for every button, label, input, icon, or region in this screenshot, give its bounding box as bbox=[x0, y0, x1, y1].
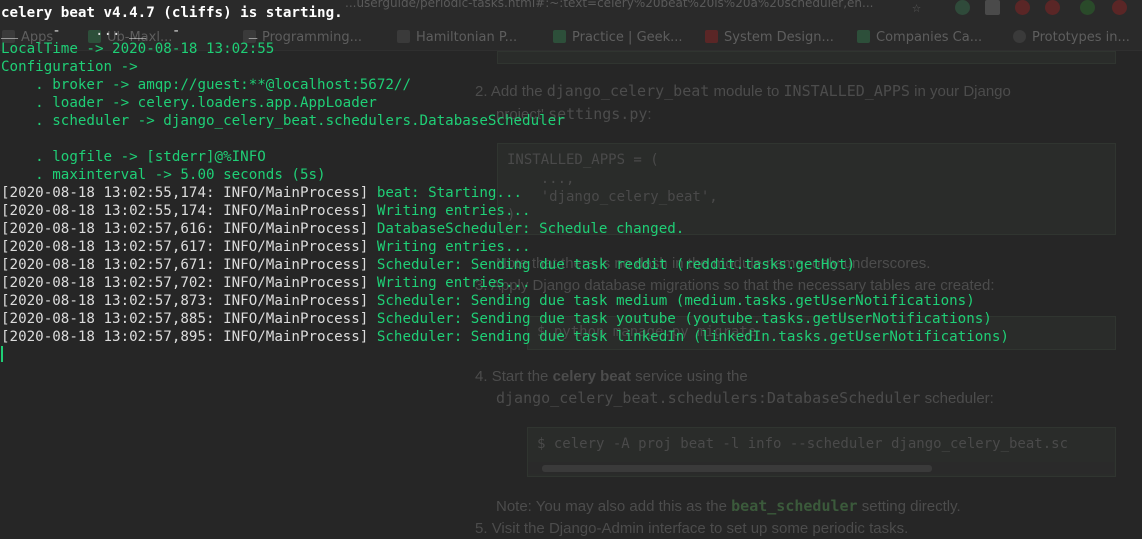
terminal-title-line: celery beat v4.4.7 (cliffs) is starting. bbox=[1, 5, 343, 21]
terminal-log-line: [2020-08-18 13:02:57,873: INFO/MainProce… bbox=[1, 293, 975, 309]
terminal-log-line: [2020-08-18 13:02:55,174: INFO/MainProce… bbox=[1, 185, 523, 201]
terminal-log-line: [2020-08-18 13:02:55,174: INFO/MainProce… bbox=[1, 203, 531, 219]
terminal-log-line: [2020-08-18 13:02:57,702: INFO/MainProce… bbox=[1, 275, 531, 291]
terminal-log-line: [2020-08-18 13:02:57,616: INFO/MainProce… bbox=[1, 221, 685, 237]
terminal-logfile-line: . logfile -> [stderr]@%INFO bbox=[1, 149, 266, 165]
terminal-cursor bbox=[1, 346, 3, 362]
terminal-loader-line: . loader -> celery.loaders.app.AppLoader bbox=[1, 95, 377, 111]
terminal-configuration-line: Configuration -> bbox=[1, 59, 138, 75]
terminal-log-line: [2020-08-18 13:02:57,617: INFO/MainProce… bbox=[1, 239, 531, 255]
terminal-rule-line: __ - ... __ - _ bbox=[1, 23, 258, 39]
terminal-log-line: [2020-08-18 13:02:57,671: INFO/MainProce… bbox=[1, 257, 856, 273]
terminal-scheduler-line: . scheduler -> django_celery_beat.schedu… bbox=[1, 113, 565, 129]
terminal-log-line: [2020-08-18 13:02:57,885: INFO/MainProce… bbox=[1, 311, 992, 327]
terminal-localtime-line: LocalTime -> 2020-08-18 13:02:55 bbox=[1, 41, 275, 57]
terminal-log-line: [2020-08-18 13:02:57,895: INFO/MainProce… bbox=[1, 329, 1009, 345]
terminal-maxinterval-line: . maxinterval -> 5.00 seconds (5s) bbox=[1, 167, 326, 183]
terminal-broker-line: . broker -> amqp://guest:**@localhost:56… bbox=[1, 77, 411, 93]
terminal-window[interactable]: celery beat v4.4.7 (cliffs) is starting.… bbox=[0, 0, 1142, 539]
